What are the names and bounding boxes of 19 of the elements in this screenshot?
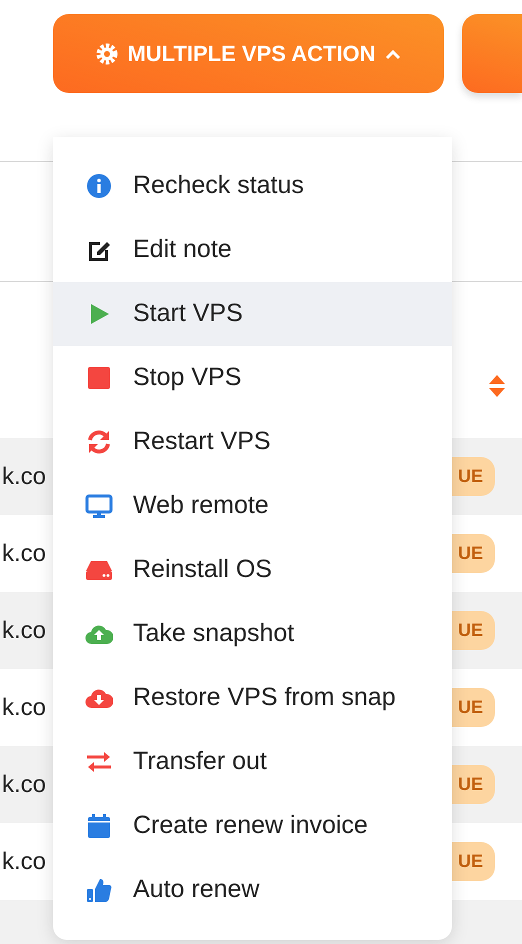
- monitor-icon: [85, 492, 113, 520]
- table-cell-text: k.co: [2, 692, 46, 722]
- table-cell-text: k.co: [2, 846, 46, 876]
- sort-icon[interactable]: [487, 374, 507, 398]
- table-cell-text: k.co: [2, 616, 46, 646]
- settings-icon: [95, 42, 120, 66]
- table-cell-text: k.co: [2, 538, 46, 568]
- refresh-icon: [85, 428, 113, 456]
- calendar-icon: [85, 812, 113, 840]
- info-icon: [85, 172, 113, 200]
- table-cell-text: k.co: [2, 462, 46, 492]
- stop-icon: [85, 364, 113, 392]
- toolbar-button[interactable]: [462, 14, 522, 93]
- menu-item[interactable]: Stop VPS: [53, 346, 452, 410]
- thumbs-up-icon: [85, 876, 113, 904]
- menu-item[interactable]: Recheck status: [53, 154, 452, 218]
- table-cell-text: k.co: [2, 770, 46, 800]
- menu-item[interactable]: Start VPS: [53, 282, 452, 346]
- menu-item[interactable]: Edit note: [53, 218, 452, 282]
